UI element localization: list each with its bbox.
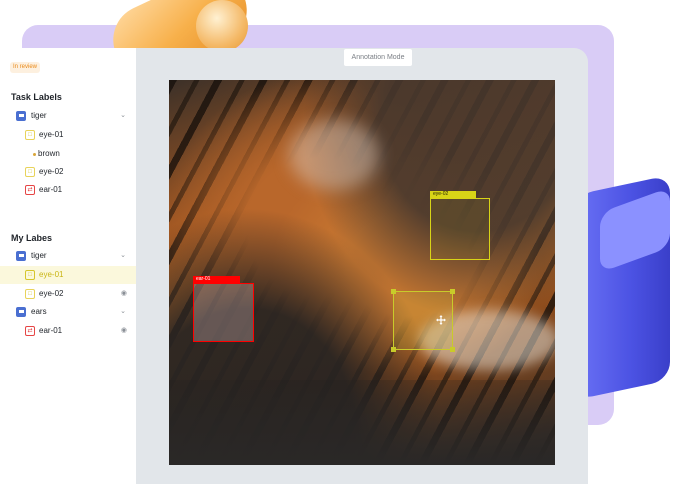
chevron-down-icon[interactable]: ⌄ <box>120 247 126 265</box>
my-labels-title: My Labes <box>11 233 53 243</box>
label-text: brown <box>38 149 60 158</box>
resize-handle[interactable] <box>391 289 396 294</box>
label-text: eye-02 <box>39 289 64 298</box>
visibility-eye-icon[interactable]: ◉ <box>121 322 127 340</box>
my-label-eye-01[interactable]: □ eye-01 <box>0 266 136 284</box>
task-label-tiger[interactable]: tiger ⌄ <box>0 107 136 125</box>
my-label-ear-01[interactable]: ⇄ ear-01 ◉ <box>0 322 136 340</box>
status-badge: In review <box>10 62 41 73</box>
my-label-tiger[interactable]: tiger ⌄ <box>0 247 136 265</box>
resize-handle[interactable] <box>450 289 455 294</box>
image-region <box>289 120 379 190</box>
task-label-brown[interactable]: brown <box>0 145 136 163</box>
ear-box-icon: ⇄ <box>25 185 35 195</box>
label-text: eye-02 <box>39 167 64 176</box>
annotation-box-ear-01[interactable]: ear-01 <box>193 276 254 342</box>
label-text: eye-01 <box>39 130 64 139</box>
task-label-ear-01[interactable]: ⇄ ear-01 <box>0 181 136 199</box>
decorative-capsule-cap <box>196 0 248 52</box>
image-region <box>169 380 555 465</box>
eye-box-icon: □ <box>25 167 35 177</box>
resize-handle[interactable] <box>391 347 396 352</box>
annotation-tag: eye-02 <box>430 191 476 198</box>
bullet-icon <box>33 153 36 156</box>
mode-label: Annotation Mode <box>344 49 412 66</box>
my-label-ears[interactable]: ears ⌄ <box>0 303 136 321</box>
annotation-tag: ear-01 <box>193 276 240 283</box>
label-text: tiger <box>31 251 47 260</box>
tag-icon <box>16 307 26 317</box>
my-label-eye-02[interactable]: □ eye-02 ◉ <box>0 285 136 303</box>
label-text: eye-01 <box>39 270 64 279</box>
chevron-down-icon[interactable]: ⌄ <box>120 107 126 125</box>
task-label-eye-01[interactable]: □ eye-01 <box>0 126 136 144</box>
annotation-box-eye-02[interactable]: eye-02 <box>430 191 490 260</box>
eye-box-icon: □ <box>25 289 35 299</box>
annotation-box-selected[interactable] <box>391 289 455 352</box>
ear-box-icon: ⇄ <box>25 326 35 336</box>
move-icon[interactable] <box>436 315 446 325</box>
image-canvas[interactable]: eye-02 ear-01 <box>169 80 555 465</box>
resize-handle[interactable] <box>450 347 455 352</box>
label-text: ears <box>31 307 47 316</box>
label-text: tiger <box>31 111 47 120</box>
tag-icon <box>16 111 26 121</box>
label-text: ear-01 <box>39 326 63 335</box>
tag-icon <box>16 251 26 261</box>
eye-box-icon: □ <box>25 270 35 280</box>
label-text: ear-01 <box>39 185 63 194</box>
task-labels-title: Task Labels <box>11 92 62 102</box>
chevron-down-icon[interactable]: ⌄ <box>120 303 126 321</box>
eye-box-icon: □ <box>25 130 35 140</box>
task-label-eye-02[interactable]: □ eye-02 <box>0 163 136 181</box>
visibility-eye-icon[interactable]: ◉ <box>121 285 127 303</box>
